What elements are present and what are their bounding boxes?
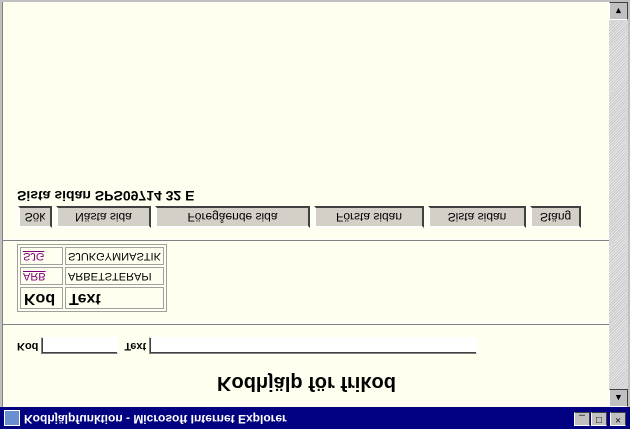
header-text: Text (65, 287, 164, 309)
flipped-viewport: Kodhjälpfunktion - Microsoft Internet Ex… (0, 0, 630, 429)
kod-label: Kod (17, 340, 39, 352)
scroll-down-icon[interactable]: ▼ (609, 2, 628, 20)
vertical-scrollbar[interactable]: ▲ ▼ (609, 2, 628, 407)
header-kod: Kod (20, 287, 63, 309)
close-button[interactable]: × (610, 412, 626, 426)
previous-page-button[interactable]: Föregående sida (155, 206, 310, 228)
code-link[interactable]: SJG (20, 247, 63, 265)
page-content: Kodhjälp för frikod Kod Text Kod Text AR… (2, 2, 610, 407)
code-link[interactable]: ARB (20, 267, 63, 285)
window-titlebar[interactable]: Kodhjälpfunktion - Microsoft Internet Ex… (0, 407, 630, 429)
close-page-button[interactable]: Stäng (530, 206, 581, 228)
window-title: Kodhjälpfunktion - Microsoft Internet Ex… (24, 412, 287, 426)
search-fields: Kod Text (17, 336, 478, 356)
text-input[interactable] (149, 337, 478, 355)
navigation-buttons: Sök Nästa sida Föregående sida Första si… (18, 206, 581, 228)
sok-button[interactable]: Sök (18, 206, 52, 228)
divider-bottom (3, 239, 610, 241)
page-title: Kodhjälp för frikod (217, 372, 396, 394)
code-description: ARBETSTERAPI (65, 267, 164, 285)
next-page-button[interactable]: Nästa sida (56, 206, 151, 228)
minimize-button[interactable]: _ (574, 412, 590, 426)
table-row: SJG SJUKGYMNASTIK (20, 247, 164, 265)
divider-top (3, 323, 610, 325)
first-page-button[interactable]: Första sidan (314, 206, 424, 228)
table-header-row: Kod Text (20, 287, 164, 309)
kod-input[interactable] (41, 337, 119, 355)
text-label: Text (124, 340, 147, 352)
maximize-button[interactable]: □ (591, 412, 607, 426)
code-description: SJUKGYMNASTIK (65, 247, 164, 265)
table-row: ARB ARBETSTERAPI (20, 267, 164, 285)
status-text: Sista sidan SPS09714 32 E (17, 188, 195, 204)
scroll-up-icon[interactable]: ▲ (609, 389, 628, 407)
ie-page-icon (4, 410, 20, 426)
last-page-button[interactable]: Sista sidan (428, 206, 526, 228)
code-table: Kod Text ARB ARBETSTERAPI SJG SJUKGYMNAS… (17, 244, 167, 312)
